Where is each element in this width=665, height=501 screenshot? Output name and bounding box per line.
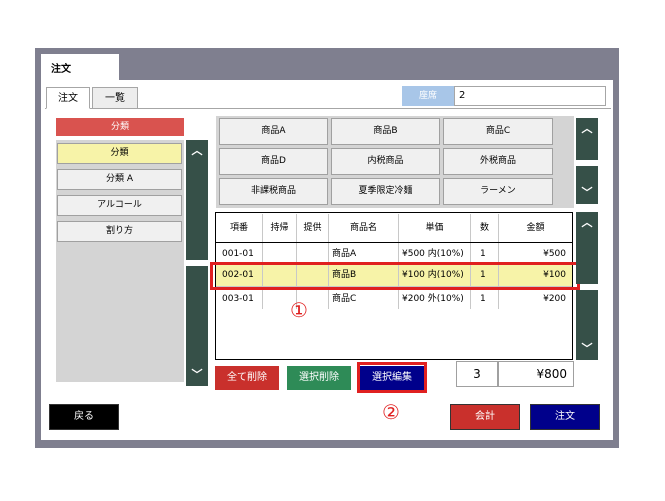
seat-label: 座席 xyxy=(402,86,454,106)
table-scroll-down-button[interactable]: ﹀ xyxy=(576,290,598,360)
tab-list[interactable]: 一覧 xyxy=(92,87,138,109)
product-button[interactable]: 商品C xyxy=(443,118,553,145)
selection-annotation-box xyxy=(210,262,580,290)
cell-qty: 1 xyxy=(480,294,486,304)
column-header-name: 商品名 xyxy=(349,223,377,233)
total-amount: ¥800 xyxy=(498,361,574,387)
product-button[interactable]: 外税商品 xyxy=(443,148,553,175)
table-row[interactable]: 003-01 商品C ¥200 外(10%) 1 ¥200 xyxy=(216,290,572,308)
chevron-down-icon: ﹀ xyxy=(191,368,203,381)
header-divider xyxy=(216,242,572,243)
product-button[interactable]: 非課税商品 xyxy=(219,178,328,205)
product-button[interactable]: ラーメン xyxy=(443,178,553,205)
category-header: 分類 xyxy=(56,118,184,136)
cell-no: 003-01 xyxy=(222,294,254,304)
product-scroll-down-button[interactable]: ﹀ xyxy=(576,166,598,204)
category-item[interactable]: 分類 A xyxy=(57,169,182,190)
chevron-up-icon: ︿ xyxy=(191,144,203,157)
cell-name: 商品C xyxy=(332,294,357,304)
product-button[interactable]: 夏季限定冷麺 xyxy=(331,178,440,205)
order-button[interactable]: 注文 xyxy=(530,404,600,430)
cell-price: ¥200 外(10%) xyxy=(402,294,464,304)
delete-selected-button[interactable]: 選択削除 xyxy=(287,366,351,390)
column-header-no: 項番 xyxy=(229,223,248,233)
tab-order[interactable]: 注文 xyxy=(46,87,90,109)
cell-amount: ¥500 xyxy=(543,249,566,259)
category-scroll-up-button[interactable]: ︿ xyxy=(186,140,208,260)
column-header-qty: 数 xyxy=(479,223,489,233)
category-item[interactable]: 分類 xyxy=(57,143,182,164)
chevron-down-icon: ﹀ xyxy=(581,342,593,355)
product-button[interactable]: 商品D xyxy=(219,148,328,175)
back-button[interactable]: 戻る xyxy=(49,404,119,430)
product-scroll-up-button[interactable]: ︿ xyxy=(576,118,598,160)
table-row[interactable]: 001-01 商品A ¥500 内(10%) 1 ¥500 xyxy=(216,245,572,263)
seat-field[interactable]: 2 xyxy=(454,86,606,106)
chevron-up-icon: ︿ xyxy=(581,216,593,229)
product-button[interactable]: 内税商品 xyxy=(331,148,440,175)
cell-amount: ¥200 xyxy=(543,294,566,304)
category-scroll-down-button[interactable]: ﹀ xyxy=(186,266,208,386)
edit-annotation-box xyxy=(357,362,427,393)
cell-qty: 1 xyxy=(480,249,486,259)
cell-name: 商品A xyxy=(332,249,357,259)
item-count: 3 xyxy=(456,361,498,387)
annotation-marker-1: ① xyxy=(290,298,308,322)
checkout-button[interactable]: 会計 xyxy=(450,404,520,430)
category-item[interactable]: 割り方 xyxy=(57,221,182,242)
delete-all-button[interactable]: 全て削除 xyxy=(215,366,279,390)
product-button[interactable]: 商品B xyxy=(331,118,440,145)
cell-no: 001-01 xyxy=(222,249,254,259)
table-scroll-up-button[interactable]: ︿ xyxy=(576,212,598,284)
chevron-down-icon: ﹀ xyxy=(581,186,593,199)
column-header-takeout: 持帰 xyxy=(270,223,289,233)
chevron-up-icon: ︿ xyxy=(581,122,593,135)
window-tab[interactable]: 注文 xyxy=(41,54,119,80)
column-header-price: 単価 xyxy=(425,223,444,233)
column-header-served: 提供 xyxy=(303,223,322,233)
column-header-amount: 金額 xyxy=(526,223,545,233)
cell-price: ¥500 内(10%) xyxy=(402,249,464,259)
category-item[interactable]: アルコール xyxy=(57,195,182,216)
annotation-marker-2: ② xyxy=(382,400,400,424)
product-button[interactable]: 商品A xyxy=(219,118,328,145)
